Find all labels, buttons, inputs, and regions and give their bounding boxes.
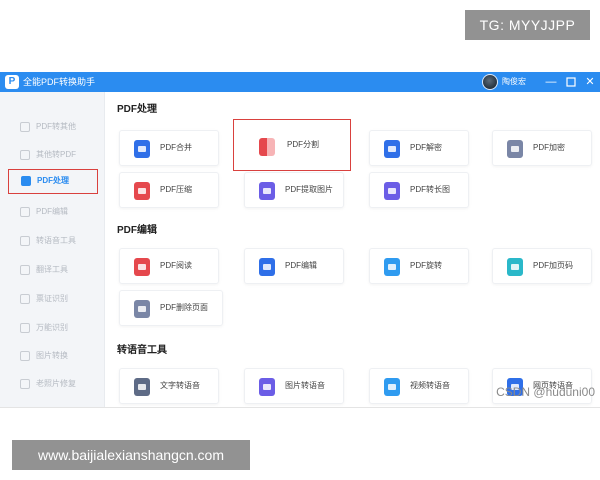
edit-icon — [20, 207, 30, 217]
read-icon — [134, 258, 150, 276]
split-icon — [259, 138, 275, 156]
sidebar-item-other-to-pdf[interactable]: 其他转PDF — [8, 144, 98, 166]
card-video-to-speech[interactable]: 视频转语音 — [369, 368, 469, 404]
sidebar-item-translate-tools[interactable]: 翻译工具 — [8, 259, 98, 281]
page-number-icon — [507, 258, 523, 276]
long-image-icon — [384, 182, 400, 200]
merge-icon — [134, 140, 150, 158]
app-logo-icon: P — [5, 75, 19, 89]
sidebar-item-label: 万能识别 — [36, 323, 68, 332]
import-icon — [20, 150, 30, 160]
card-image-to-speech[interactable]: 图片转语音 — [244, 368, 344, 404]
pdf-process-icon — [21, 176, 31, 186]
main-panel: PDF处理 PDF合并 PDF分割 PDF解密 PDF加密 PDF压缩 PDF提… — [105, 92, 600, 407]
section-title-pdf-edit: PDF编辑 — [117, 225, 157, 236]
close-icon[interactable]: ✕ — [582, 74, 598, 90]
rotate-icon — [384, 258, 400, 276]
compress-icon — [134, 182, 150, 200]
sidebar-item-voice-tools[interactable]: 转语音工具 — [8, 230, 98, 252]
pen-icon — [259, 258, 275, 276]
card-label: PDF转长图 — [410, 185, 450, 194]
screenshot-stage: TG: MYYJJPP P 全能PDF转换助手 陶俊宏 — ✕ PDF转其他 其… — [0, 0, 600, 480]
video-speech-icon — [384, 378, 400, 396]
sidebar-item-label: 翻译工具 — [36, 265, 68, 274]
card-pdf-to-long-image[interactable]: PDF转长图 — [369, 172, 469, 208]
unlock-icon — [384, 140, 400, 158]
extract-image-icon — [259, 182, 275, 200]
image-icon — [20, 351, 30, 361]
card-label: PDF分割 — [287, 140, 319, 149]
card-pdf-split[interactable]: PDF分割 — [233, 119, 351, 171]
watermark-csdn: CSDN @huduni00 — [496, 385, 595, 399]
sidebar-item-pdf-to-other[interactable]: PDF转其他 — [8, 116, 98, 138]
sidebar-item-pdf-edit[interactable]: PDF编辑 — [8, 201, 98, 223]
sidebar-item-label: PDF转其他 — [36, 122, 76, 131]
sidebar-item-image-convert[interactable]: 图片转换 — [8, 345, 98, 367]
avatar[interactable] — [482, 74, 498, 90]
card-pdf-extract-images[interactable]: PDF提取图片 — [244, 172, 344, 208]
card-label: 文字转语音 — [160, 381, 200, 390]
watermark-top: TG: MYYJJPP — [465, 10, 590, 40]
sidebar-item-label: PDF编辑 — [36, 207, 68, 216]
maximize-icon[interactable] — [563, 74, 579, 90]
section-title-voice-tools: 转语音工具 — [117, 345, 167, 356]
sidebar-item-label: 票证识别 — [36, 294, 68, 303]
card-label: PDF合并 — [160, 143, 192, 152]
section-title-pdf-process: PDF处理 — [117, 104, 157, 115]
card-label: PDF压缩 — [160, 185, 192, 194]
card-label: PDF编辑 — [285, 261, 317, 270]
card-label: 图片转语音 — [285, 381, 325, 390]
card-pdf-read[interactable]: PDF阅读 — [119, 248, 219, 284]
sidebar-item-label: 图片转换 — [36, 351, 68, 360]
minimize-icon[interactable]: — — [543, 74, 559, 90]
convert-icon — [20, 122, 30, 132]
sidebar-item-label: 老照片修复 — [36, 379, 76, 388]
ocr-icon — [20, 323, 30, 333]
text-speech-icon — [134, 378, 150, 396]
card-label: PDF旋转 — [410, 261, 442, 270]
card-pdf-encrypt[interactable]: PDF加密 — [492, 130, 592, 166]
card-label: PDF加页码 — [533, 261, 573, 270]
app-title: 全能PDF转换助手 — [23, 77, 96, 87]
ticket-icon — [20, 294, 30, 304]
card-pdf-delete-pages[interactable]: PDF删除页面 — [119, 290, 223, 326]
watermark-bottom: www.baijialexianshangcn.com — [12, 440, 250, 470]
photo-repair-icon — [20, 379, 30, 389]
card-label: PDF阅读 — [160, 261, 192, 270]
user-name[interactable]: 陶俊宏 — [502, 75, 526, 89]
title-bar: P 全能PDF转换助手 陶俊宏 — ✕ — [0, 72, 600, 92]
card-pdf-edit[interactable]: PDF编辑 — [244, 248, 344, 284]
sidebar-item-label: 其他转PDF — [36, 150, 76, 159]
card-label: 视频转语音 — [410, 381, 450, 390]
card-pdf-add-page-numbers[interactable]: PDF加页码 — [492, 248, 592, 284]
sidebar-item-label: 转语音工具 — [36, 236, 76, 245]
delete-page-icon — [134, 300, 150, 318]
card-pdf-decrypt[interactable]: PDF解密 — [369, 130, 469, 166]
lock-icon — [507, 140, 523, 158]
sidebar-item-pdf-process[interactable]: PDF处理 — [8, 169, 98, 194]
sidebar: PDF转其他 其他转PDF PDF处理 PDF编辑 转语音工具 翻译工具 票证识… — [0, 92, 105, 407]
sidebar-item-universal-ocr[interactable]: 万能识别 — [8, 317, 98, 339]
sidebar-item-ticket-recognition[interactable]: 票证识别 — [8, 288, 98, 310]
card-pdf-rotate[interactable]: PDF旋转 — [369, 248, 469, 284]
app-window: P 全能PDF转换助手 陶俊宏 — ✕ PDF转其他 其他转PDF PDF处理 — [0, 72, 600, 408]
card-pdf-compress[interactable]: PDF压缩 — [119, 172, 219, 208]
card-label: PDF加密 — [533, 143, 565, 152]
voice-icon — [20, 236, 30, 246]
translate-icon — [20, 265, 30, 275]
sidebar-item-photo-repair[interactable]: 老照片修复 — [8, 373, 98, 395]
card-text-to-speech[interactable]: 文字转语音 — [119, 368, 219, 404]
card-pdf-merge[interactable]: PDF合并 — [119, 130, 219, 166]
card-label: PDF提取图片 — [285, 185, 333, 194]
image-speech-icon — [259, 378, 275, 396]
card-label: PDF解密 — [410, 143, 442, 152]
card-label: PDF删除页面 — [160, 303, 208, 312]
sidebar-item-label: PDF处理 — [37, 176, 69, 185]
